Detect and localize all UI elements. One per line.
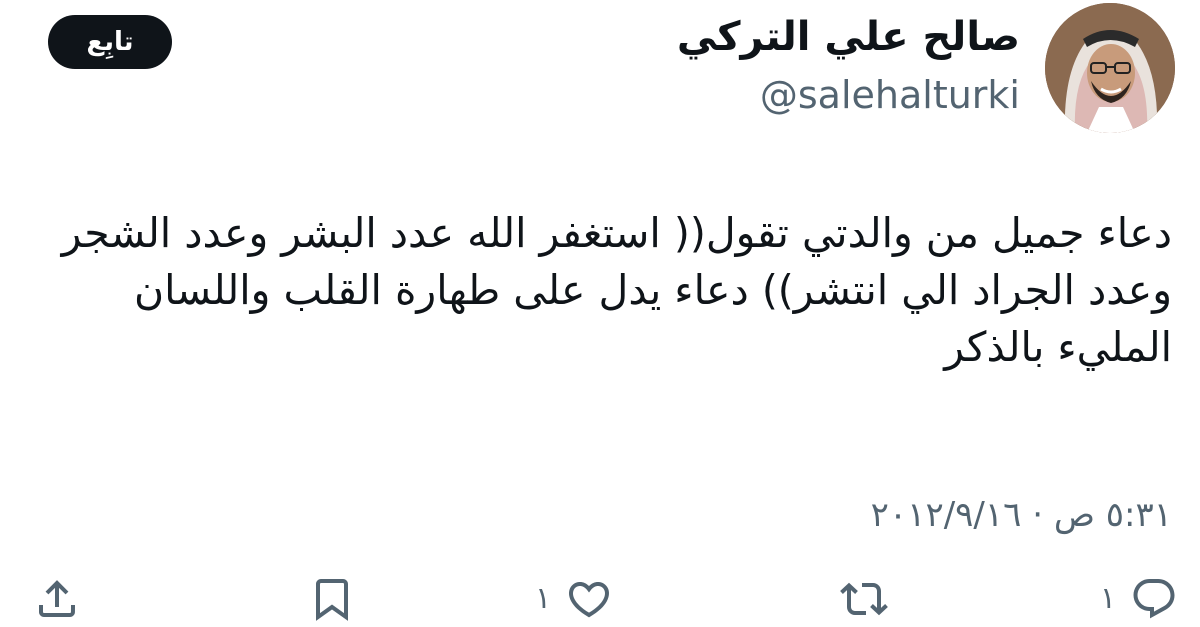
reply-button[interactable]: ١ [1100, 575, 1178, 623]
user-handle[interactable]: @salehalturki [760, 70, 1020, 120]
share-icon [33, 575, 81, 623]
heart-icon [565, 575, 613, 623]
follow-button[interactable]: تابِع [48, 15, 172, 69]
bookmark-icon [308, 575, 356, 623]
avatar[interactable] [1045, 3, 1175, 133]
tweet-card: صالح علي التركي @salehalturki تابِع دعاء… [0, 0, 1200, 627]
reply-count: ١ [1099, 581, 1116, 616]
like-button[interactable]: ١ [535, 575, 613, 623]
bookmark-button[interactable] [308, 575, 356, 623]
retweet-button[interactable] [840, 575, 888, 623]
timestamp[interactable]: ٥:٣١ ص · ٢٠١٢/٩/١٦ [871, 490, 1172, 540]
like-count: ١ [535, 581, 552, 616]
tweet-text: دعاء جميل من والدتي تقول(( استغفر الله ع… [48, 209, 1172, 371]
retweet-icon [840, 575, 888, 623]
display-name[interactable]: صالح علي التركي [677, 10, 1020, 64]
share-button[interactable] [33, 575, 81, 623]
reply-icon [1130, 575, 1178, 623]
